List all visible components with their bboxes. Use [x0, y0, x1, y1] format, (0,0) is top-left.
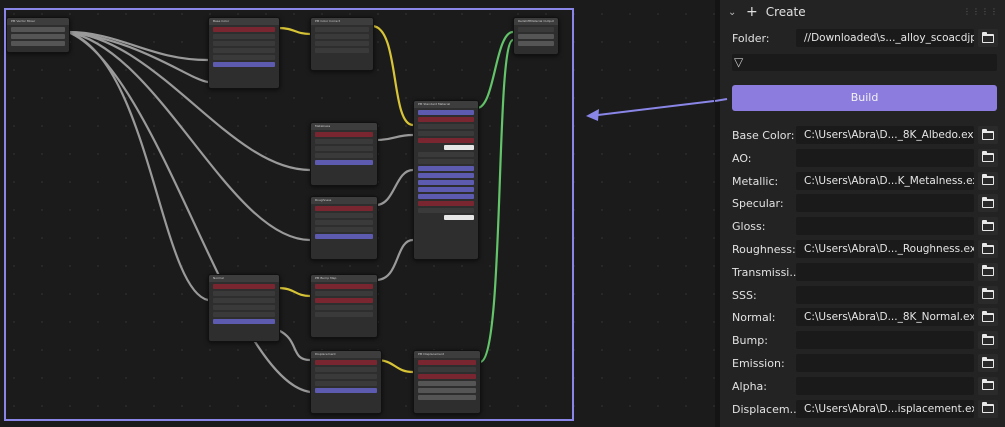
map-path-field-metallic[interactable]: C:\Users\Abra\D...K_Metalness.exr: [796, 171, 974, 190]
folder-icon: [982, 196, 994, 208]
map-browse-button-alpha[interactable]: [978, 376, 998, 395]
map-browse-button-transmissi[interactable]: [978, 262, 998, 281]
map-path-field-normal[interactable]: C:\Users\Abra\D..._8K_Normal.exr: [796, 308, 974, 327]
map-path-field-roughness[interactable]: C:\Users\Abra\D..._Roughness.exr: [796, 240, 974, 258]
folder-icon: [982, 242, 994, 254]
map-path-field-ao[interactable]: [796, 148, 974, 167]
filter-icon: ▽: [734, 55, 744, 69]
map-path-field-alpha[interactable]: [796, 376, 974, 395]
build-button[interactable]: Build: [732, 85, 997, 111]
folder-icon: [982, 174, 994, 186]
map-label-roughness: Roughness:: [732, 243, 796, 256]
map-browse-button-normal[interactable]: [978, 308, 998, 327]
folder-icon: [982, 288, 994, 300]
folder-icon: [982, 31, 994, 43]
folder-icon: [982, 356, 994, 368]
map-path-field-emission[interactable]: [796, 354, 974, 372]
filter-field[interactable]: ▽: [732, 54, 997, 71]
map-path-field-displacem[interactable]: C:\Users\Abra\D...isplacement.exr: [796, 399, 974, 418]
folder-path-field[interactable]: //Downloaded\s..._alloy_scoacdjp\: [796, 29, 974, 47]
map-browse-button-basecolor[interactable]: [978, 126, 998, 144]
panel-title: Create: [765, 5, 806, 19]
map-label-basecolor: Base Color:: [732, 129, 795, 142]
folder-icon: [982, 379, 994, 391]
map-browse-button-sss[interactable]: [978, 285, 998, 304]
map-browse-button-gloss[interactable]: [978, 217, 998, 236]
map-path-field-bump[interactable]: [796, 331, 974, 350]
map-browse-button-metallic[interactable]: [978, 171, 998, 190]
map-browse-button-displacem[interactable]: [978, 399, 998, 418]
map-label-displacem: Displacem...: [732, 402, 801, 416]
map-browse-button-bump[interactable]: [978, 331, 998, 350]
map-label-bump: Bump:: [732, 334, 768, 348]
chevron-down-icon[interactable]: ⌄: [728, 7, 738, 18]
folder-icon: [982, 128, 994, 140]
folder-icon: [982, 219, 994, 231]
map-browse-button-ao[interactable]: [978, 148, 998, 167]
map-label-normal: Normal:: [732, 311, 776, 325]
map-label-sss: SSS:: [732, 288, 757, 302]
map-browse-button-specular[interactable]: [978, 194, 998, 213]
map-path-field-sss[interactable]: [796, 285, 974, 304]
map-browse-button-roughness[interactable]: [978, 240, 998, 258]
map-label-emission: Emission:: [732, 357, 785, 370]
map-path-field-basecolor[interactable]: C:\Users\Abra\D..._8K_Albedo.exr: [796, 126, 974, 144]
map-label-metallic: Metallic:: [732, 174, 779, 188]
map-label-ao: AO:: [732, 151, 752, 165]
folder-icon: [982, 151, 994, 163]
folder-label: Folder:: [732, 32, 770, 45]
folder-icon: [982, 402, 994, 414]
map-path-field-gloss[interactable]: [796, 217, 974, 236]
annotation-arrow: [586, 100, 715, 121]
map-label-transmissi: Transmissi...: [732, 265, 800, 279]
panel-header[interactable]: ⌄ + Create: [728, 4, 806, 20]
drag-grip-icon[interactable]: ⋮⋮⋮⋮: [963, 7, 999, 16]
plus-icon: +: [746, 4, 758, 20]
map-browse-button-emission[interactable]: [978, 354, 998, 372]
node-editor-canvas[interactable]: PM Vector Mixer Base Color PM Color Corr…: [0, 0, 715, 427]
map-label-specular: Specular:: [732, 197, 784, 211]
map-label-alpha: Alpha:: [732, 379, 767, 393]
map-path-field-transmissi[interactable]: [796, 262, 974, 281]
map-label-gloss: Gloss:: [732, 220, 766, 234]
folder-icon: [982, 265, 994, 277]
map-path-field-specular[interactable]: [796, 194, 974, 213]
folder-icon: [982, 333, 994, 345]
folder-browse-button[interactable]: [978, 29, 998, 47]
create-panel: ⌄ + Create ⋮⋮⋮⋮ Folder: //Downloaded\s..…: [715, 0, 1005, 427]
folder-icon: [982, 310, 994, 322]
